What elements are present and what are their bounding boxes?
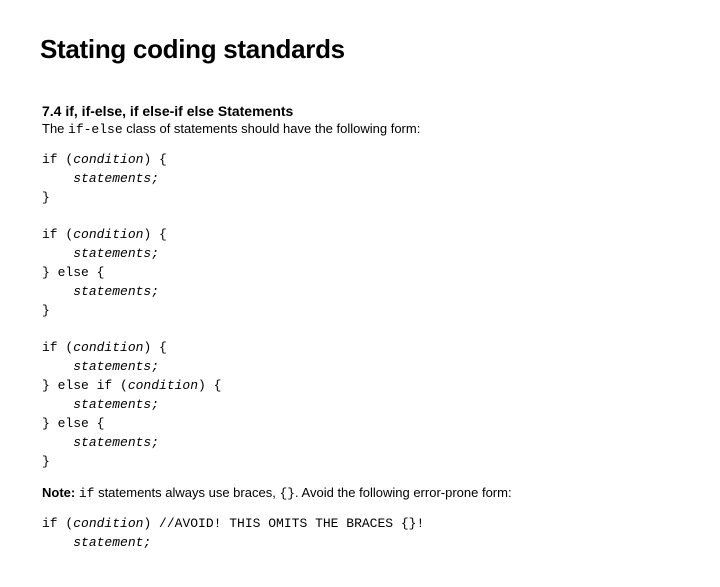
intro-code: if-else xyxy=(68,122,123,137)
code-stmt4: statements; xyxy=(73,359,159,374)
intro-prefix: The xyxy=(42,121,68,136)
code-nl3: } if ( xyxy=(42,303,73,356)
section-heading: 7.4 if, if-else, if else-if else Stateme… xyxy=(42,103,680,119)
code-stmt2: statements; xyxy=(73,246,159,261)
code-cond1: condition xyxy=(73,152,143,167)
code2-cond: condition xyxy=(73,516,143,531)
section-body: 7.4 if, if-else, if else-if else Stateme… xyxy=(42,103,680,553)
code2-stmt: statement; xyxy=(73,535,151,550)
code-stmt6: statements; xyxy=(73,435,159,450)
code-nl6: } xyxy=(42,454,50,469)
note-code2: {} xyxy=(279,486,295,501)
code-kw1: if ( xyxy=(42,152,73,167)
note-code1: if xyxy=(79,486,95,501)
code-stmt3: statements; xyxy=(73,284,159,299)
note-mid: statements always use braces, xyxy=(94,485,279,500)
code-stmt5: statements; xyxy=(73,397,159,412)
intro-line: The if-else class of statements should h… xyxy=(42,121,680,137)
code-block-1: if (condition) { statements; } if (condi… xyxy=(42,151,680,471)
code-cond4: condition xyxy=(128,378,198,393)
code-stmt1: statements; xyxy=(73,171,159,186)
note-suffix: . Avoid the following error-prone form: xyxy=(295,485,512,500)
note-label: Note: xyxy=(42,485,75,500)
code-nl4: } else if ( xyxy=(42,378,128,393)
code2-a: if ( xyxy=(42,516,73,531)
note-line: Note: if statements always use braces, {… xyxy=(42,485,680,501)
code-cond3: condition xyxy=(73,340,143,355)
intro-suffix: class of statements should have the foll… xyxy=(123,121,421,136)
code-block-2: if (condition) //AVOID! THIS OMITS THE B… xyxy=(42,515,680,553)
code-nl1: } if ( xyxy=(42,190,73,243)
slide-title: Stating coding standards xyxy=(40,34,680,65)
code-cond2: condition xyxy=(73,227,143,242)
